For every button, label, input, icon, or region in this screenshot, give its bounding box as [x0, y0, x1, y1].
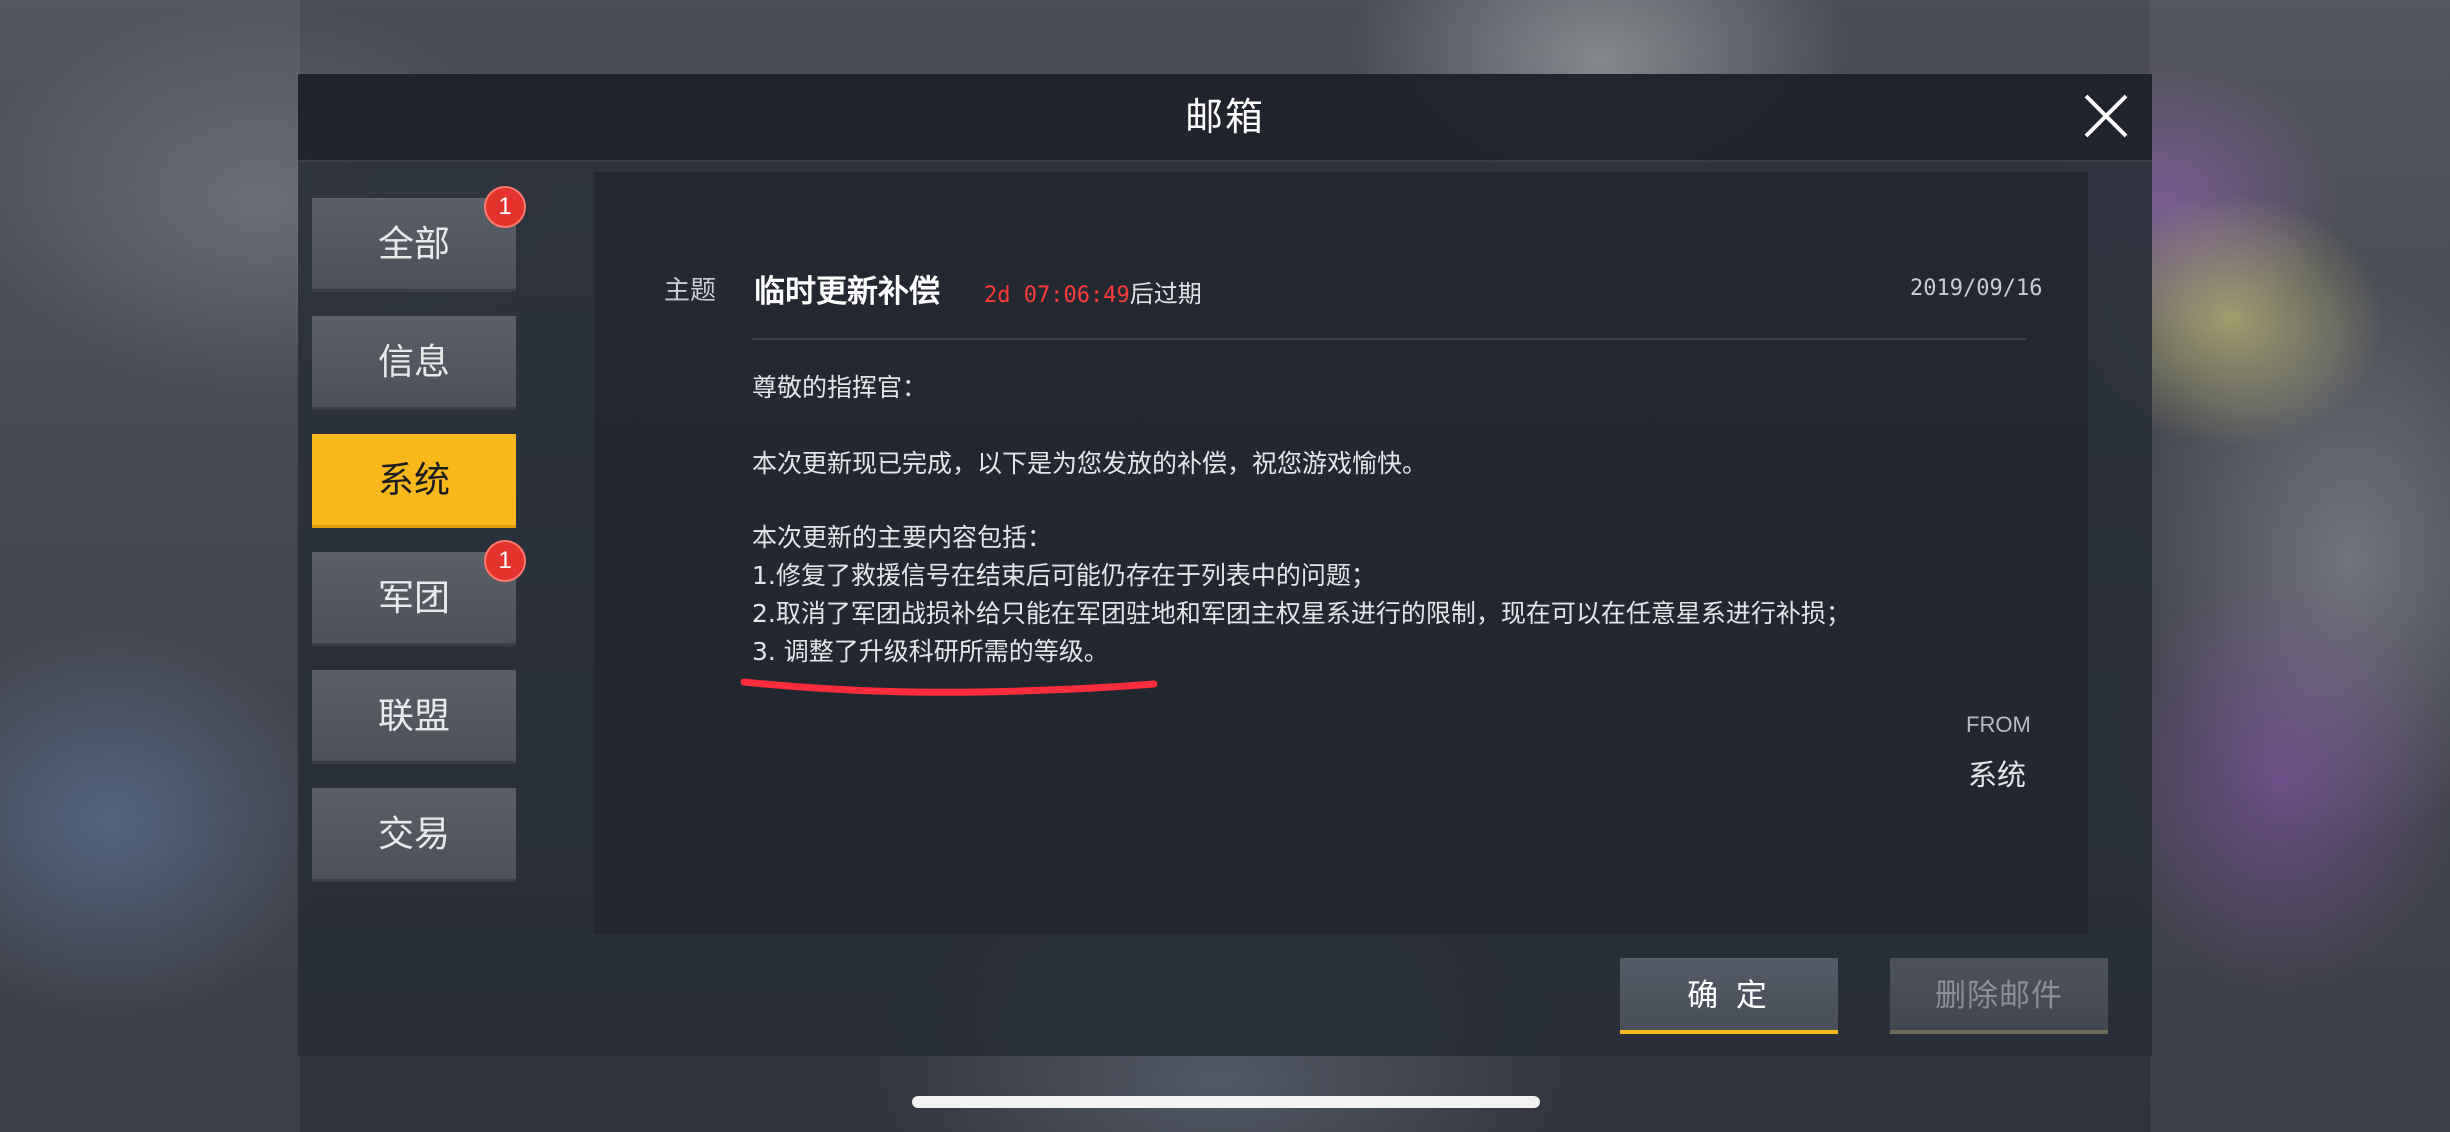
mail-body-line: 1.修复了救援信号在结束后可能仍存在于列表中的问题； — [752, 561, 1376, 590]
subject-label: 主题 — [664, 276, 717, 306]
confirm-button[interactable]: 确 定 — [1620, 958, 1838, 1034]
home-indicator[interactable] — [912, 1096, 1540, 1108]
mail-body-line: 本次更新现已完成，以下是为您发放的补偿，祝您游戏愉快。 — [752, 449, 1428, 478]
tab-label: 军团 — [377, 578, 450, 619]
divider — [752, 338, 2026, 340]
mail-date: 2019/09/16 — [1910, 276, 2043, 301]
tab-info[interactable]: 信息 — [312, 316, 516, 410]
mail-body-line: 3. 调整了升级科研所需的等级。 — [752, 637, 1109, 666]
close-icon — [2084, 94, 2128, 138]
dialog-title: 邮箱 — [1184, 95, 1265, 139]
delete-mail-button[interactable]: 删除邮件 — [1890, 958, 2108, 1034]
mail-body-line: 尊敬的指挥官： — [752, 373, 928, 402]
unread-badge: 1 — [484, 540, 526, 582]
tab-label: 联盟 — [377, 696, 450, 737]
close-button[interactable] — [2076, 86, 2136, 146]
expiry-countdown: 2d 07:06:49 — [984, 283, 1130, 308]
from-sender: 系统 — [1967, 758, 2026, 792]
tab-label: 信息 — [377, 342, 450, 383]
expiry-suffix: 后过期 — [1129, 280, 1202, 308]
tab-label: 系统 — [377, 460, 450, 501]
mail-body-line: 2.取消了军团战损补给只能在军团驻地和军团主权星系进行的限制，现在可以在任意星系… — [752, 599, 1851, 628]
mail-body-line: 本次更新的主要内容包括： — [752, 523, 1053, 552]
tab-alliance[interactable]: 联盟 — [312, 670, 516, 764]
expiry-info: 2d 07:06:49后过期 — [984, 274, 1202, 309]
mail-subject: 临时更新补偿 — [754, 274, 940, 310]
delete-mail-button-label: 删除邮件 — [1935, 978, 2063, 1014]
confirm-button-label: 确 定 — [1687, 978, 1771, 1014]
tab-trade[interactable]: 交易 — [312, 788, 516, 882]
red-underline-annotation — [740, 678, 1158, 696]
tab-label: 交易 — [377, 814, 450, 855]
tab-system[interactable]: 系统 — [312, 434, 516, 528]
unread-badge: 1 — [484, 186, 526, 228]
from-label: FROM — [1966, 712, 2031, 737]
tab-label: 全部 — [377, 224, 450, 265]
